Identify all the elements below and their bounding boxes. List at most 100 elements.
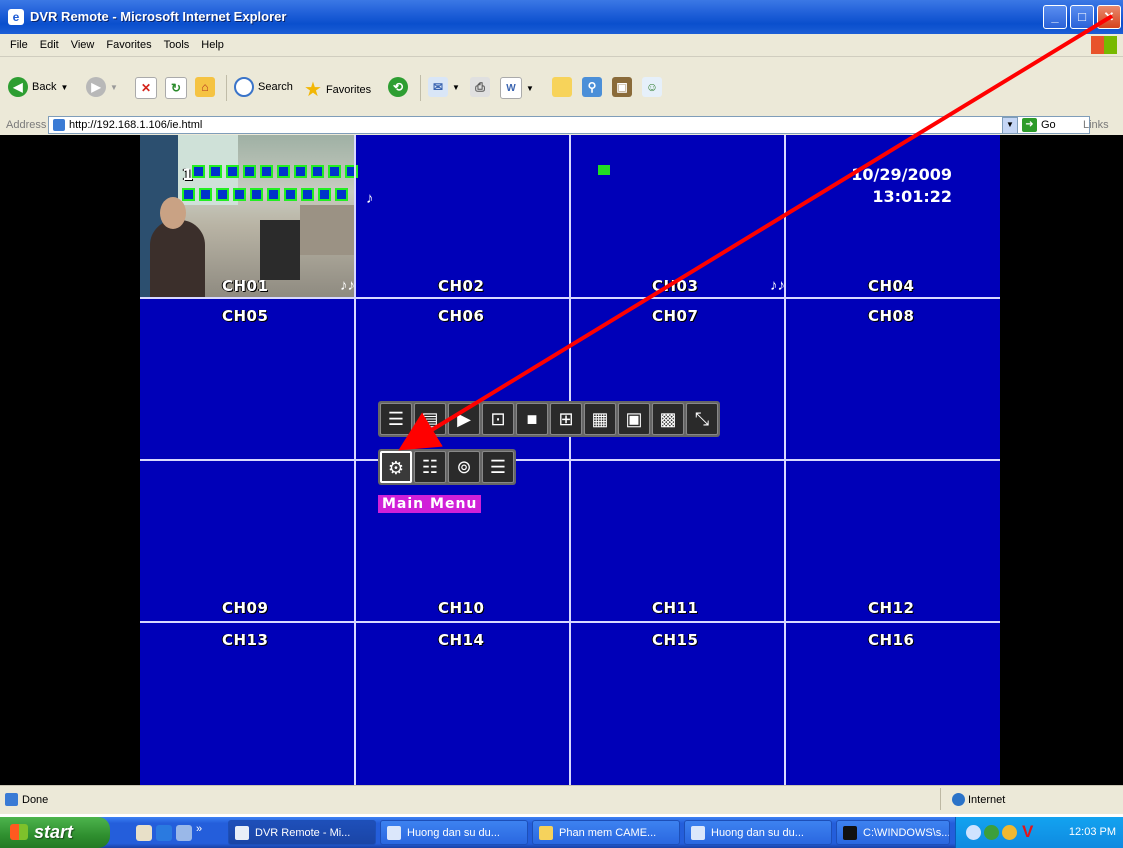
mail-button[interactable]: ✉ ▼ — [428, 77, 460, 97]
ie-task-icon — [235, 826, 249, 840]
task-word-doc-2[interactable]: Huong dan su du... — [684, 820, 832, 845]
start-button[interactable]: start — [0, 817, 110, 848]
sixteen-view-icon[interactable]: ▩ — [652, 403, 684, 435]
backup-icon[interactable]: ⊚ — [448, 451, 480, 483]
channel-label-ch15: CH15 — [652, 631, 699, 649]
person — [150, 220, 205, 298]
channel-label-ch05: CH05 — [222, 307, 269, 325]
main-menu-gear-icon[interactable]: ⚙ — [380, 451, 412, 483]
refresh-button[interactable]: ↻ — [165, 77, 187, 99]
task-word-doc-1[interactable]: Huong dan su du... — [380, 820, 528, 845]
record-icon[interactable]: ▤ — [414, 403, 446, 435]
audio-speaker-icon: ♪♪ — [770, 277, 785, 294]
tray-clock[interactable]: 12:03 PM — [1069, 826, 1116, 838]
status-box — [328, 165, 341, 178]
search-list-icon[interactable]: ☷ — [414, 451, 446, 483]
home-button[interactable]: ⌂ — [195, 77, 215, 97]
task-folder[interactable]: Phan mem CAME... — [532, 820, 680, 845]
dvr-time: 13:01:22 — [872, 187, 952, 206]
dvr-viewer[interactable]: 1 ♪ 10/29/2009 13:01:22 ♪♪ ♪♪ CH01 CH02 … — [140, 135, 1000, 785]
tray-antivirus-icon[interactable]: V — [1022, 822, 1033, 842]
quicklaunch-icon[interactable] — [136, 825, 152, 841]
tray-network-icon[interactable] — [984, 825, 999, 840]
menu-tools[interactable]: Tools — [164, 39, 190, 51]
edit-button[interactable]: W ▼ — [500, 77, 534, 99]
thirteen-view-icon[interactable]: ▣ — [618, 403, 650, 435]
menu-help[interactable]: Help — [201, 39, 224, 51]
history-button[interactable]: ⟲ — [388, 77, 408, 97]
close-button[interactable]: ✕ — [1097, 5, 1121, 29]
quicklaunch-show-desktop-icon[interactable] — [176, 825, 192, 841]
task-label: DVR Remote - Mi... — [255, 827, 351, 839]
status-box — [182, 188, 195, 201]
back-button[interactable]: ◀ Back ▼ — [8, 77, 68, 97]
status-indicator-row-2 — [182, 188, 348, 201]
network-status-icon — [598, 165, 610, 175]
go-button[interactable]: ➜ Go — [1022, 118, 1056, 132]
tray-expand-icon[interactable] — [966, 825, 981, 840]
ch01-live-video[interactable] — [140, 135, 354, 298]
window-title-bar[interactable]: e DVR Remote - Microsoft Internet Explor… — [0, 0, 1123, 34]
channel-list-icon[interactable]: ☰ — [380, 403, 412, 435]
fullscreen-icon[interactable]: ⤡ — [686, 403, 718, 435]
folder-task-icon — [539, 826, 553, 840]
maximize-button[interactable]: □ — [1070, 5, 1094, 29]
refresh-icon: ↻ — [165, 77, 187, 99]
dvr-date: 10/29/2009 — [851, 165, 952, 184]
search-button[interactable]: Search — [234, 77, 293, 97]
menu-bar: File Edit View Favorites Tools Help — [0, 34, 1123, 57]
windows-flag-icon — [10, 824, 28, 840]
links-label[interactable]: Links — [1083, 119, 1109, 131]
favorites-button[interactable]: ★ Favorites — [304, 77, 371, 102]
messenger-button[interactable]: ☺ — [642, 77, 662, 97]
back-label: Back — [32, 81, 57, 93]
status-box — [260, 165, 273, 178]
discuss-button[interactable] — [552, 77, 572, 97]
status-box — [267, 188, 280, 201]
status-box — [250, 188, 263, 201]
play-icon[interactable]: ▶ — [448, 403, 480, 435]
edit-dropdown-icon: ▼ — [526, 83, 534, 93]
exit-icon[interactable]: ☰ — [482, 451, 514, 483]
print-button[interactable]: ⎙ — [470, 77, 490, 97]
grid-line — [140, 297, 1000, 299]
monitor-icon[interactable]: ⊡ — [482, 403, 514, 435]
tray-app-icon[interactable] — [1002, 825, 1017, 840]
menu-favorites[interactable]: Favorites — [106, 39, 151, 51]
quicklaunch-more-icon[interactable]: » — [196, 823, 202, 835]
forward-button[interactable]: ▶ ▼ — [86, 77, 118, 97]
toolbar-separator — [226, 75, 227, 101]
address-input[interactable]: http://192.168.1.106/ie.html — [48, 116, 1090, 134]
status-box — [311, 165, 324, 178]
status-divider — [940, 788, 941, 810]
status-box — [345, 165, 358, 178]
media-button[interactable]: ▣ — [612, 77, 632, 97]
channel-label-ch14: CH14 — [438, 631, 485, 649]
task-label: Phan mem CAME... — [559, 827, 657, 839]
address-url: http://192.168.1.106/ie.html — [69, 119, 203, 131]
status-box — [294, 165, 307, 178]
go-label: Go — [1041, 119, 1056, 131]
task-command-prompt[interactable]: C:\WINDOWS\s... — [836, 820, 950, 845]
research-button[interactable]: ⚲ — [582, 77, 602, 97]
task-dvr-remote[interactable]: DVR Remote - Mi... — [228, 820, 376, 845]
home-icon: ⌂ — [195, 77, 215, 97]
quicklaunch-ie-icon[interactable] — [156, 825, 172, 841]
channel-label-ch16: CH16 — [868, 631, 915, 649]
stop-button[interactable]: ✕ — [135, 77, 157, 99]
dvr-quick-toolbar: ☰ ▤ ▶ ⊡ ■ ⊞ ▦ ▣ ▩ ⤡ — [378, 401, 720, 437]
grid-line — [140, 621, 1000, 623]
minimize-button[interactable]: _ — [1043, 5, 1067, 29]
window-title: DVR Remote - Microsoft Internet Explorer — [30, 9, 287, 24]
folder-icon — [552, 77, 572, 97]
channel-label-ch11: CH11 — [652, 599, 699, 617]
menu-edit[interactable]: Edit — [40, 39, 59, 51]
menu-file[interactable]: File — [10, 39, 28, 51]
menu-view[interactable]: View — [71, 39, 95, 51]
single-view-icon[interactable]: ■ — [516, 403, 548, 435]
address-dropdown-icon[interactable]: ▼ — [1002, 117, 1018, 134]
nine-view-icon[interactable]: ▦ — [584, 403, 616, 435]
address-bar: Address http://192.168.1.106/ie.html — [0, 115, 1123, 136]
forward-dropdown-icon: ▼ — [110, 82, 118, 92]
quad-view-icon[interactable]: ⊞ — [550, 403, 582, 435]
